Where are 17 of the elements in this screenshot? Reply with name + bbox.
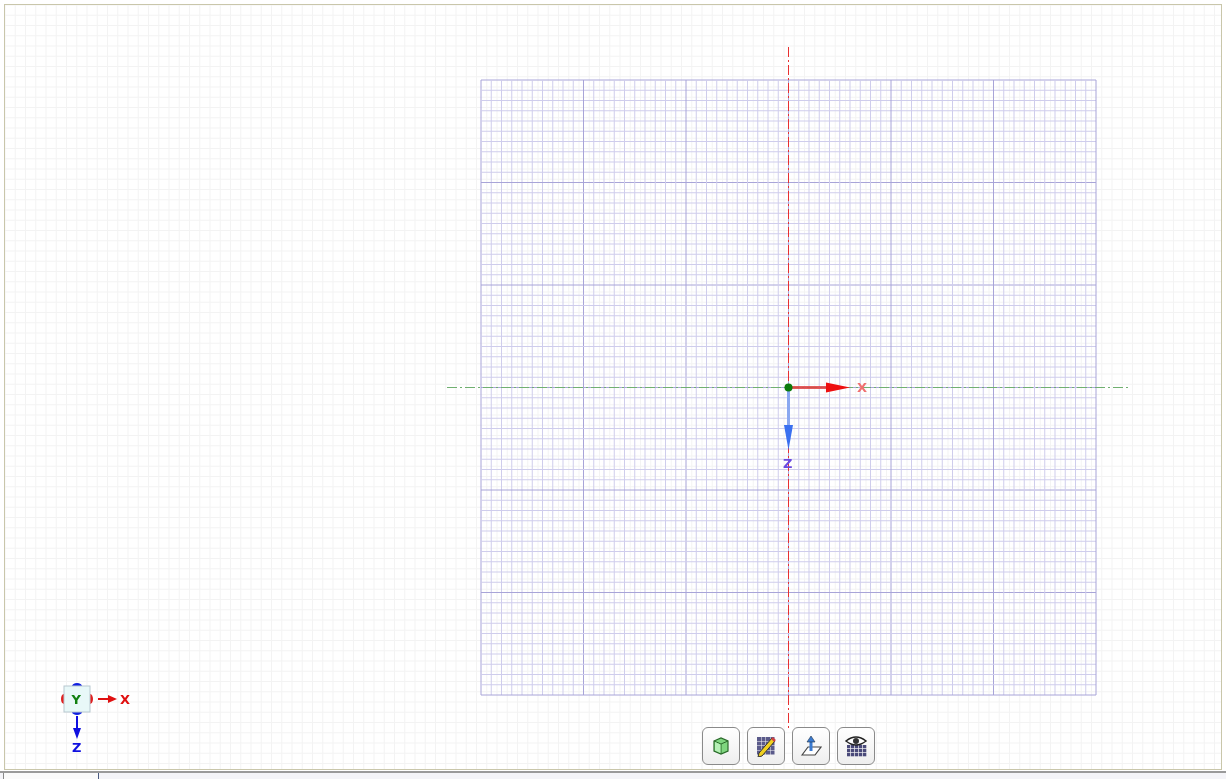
triad-x-arrow	[98, 695, 117, 703]
triad-x-label: X	[120, 692, 131, 707]
sketch-tool-button[interactable]	[747, 727, 785, 765]
cube-tool-button[interactable]	[702, 727, 740, 765]
triad-y-label: Y	[71, 692, 81, 707]
cube-icon	[712, 736, 730, 756]
plane-tool-button[interactable]	[792, 727, 830, 765]
view-triad[interactable]	[61, 683, 93, 715]
pencil-grid-icon	[755, 735, 777, 757]
view-tool-button[interactable]	[837, 727, 875, 765]
triad-z-label: Z	[72, 740, 82, 755]
plane-arrow-icon	[800, 735, 822, 757]
eye-grid-icon	[845, 735, 867, 757]
z-axis-label: Z	[783, 456, 793, 471]
origin-point	[784, 383, 793, 392]
triad-z-arrow	[73, 716, 81, 739]
z-axis-arrow	[784, 388, 793, 450]
